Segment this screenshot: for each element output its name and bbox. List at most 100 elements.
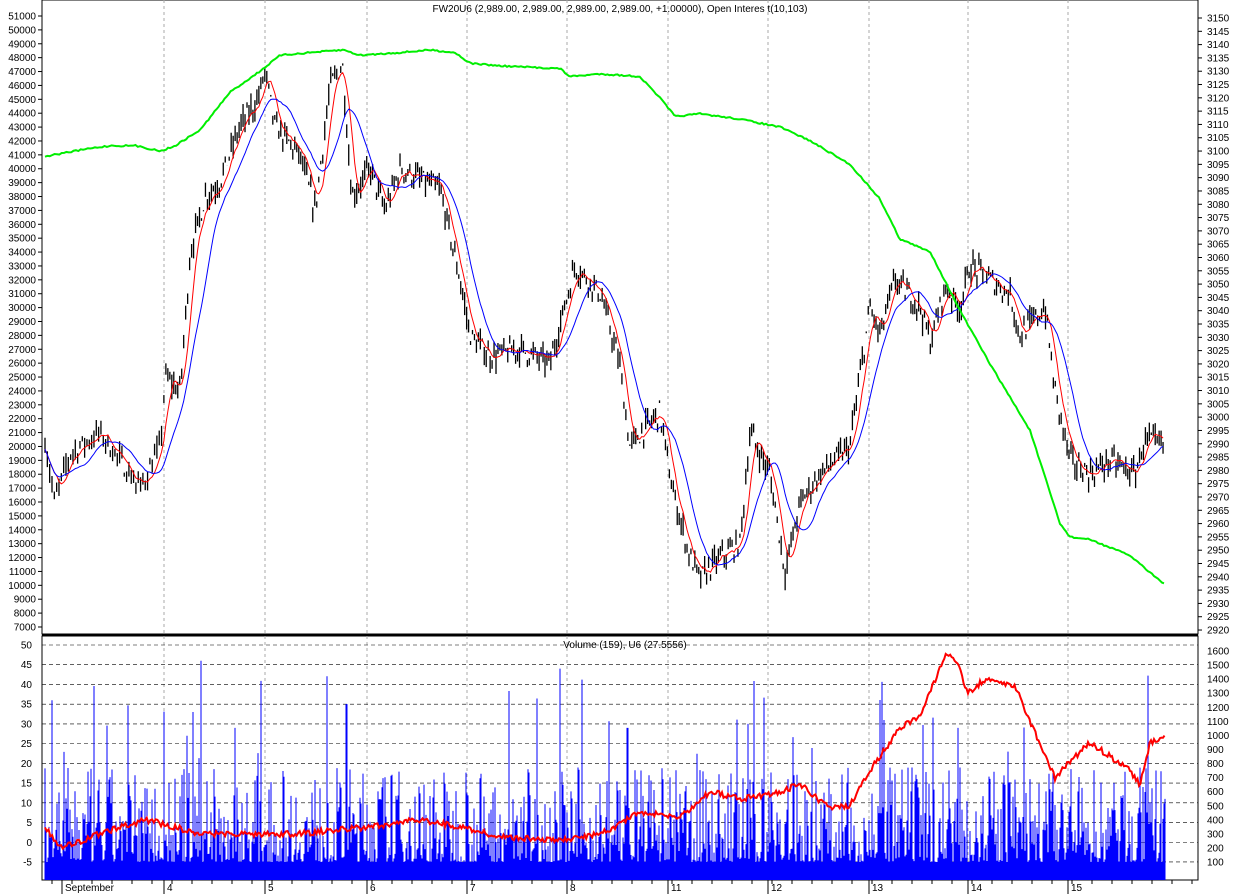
slow-moving-average-line — [44, 98, 1164, 566]
right-axis-tick-label: 3100 — [1207, 147, 1230, 158]
right-axis-tick-label: 2920 — [1207, 626, 1230, 637]
left-axis-tick-label: 42000 — [8, 136, 36, 147]
left-axis-tick-label: 13000 — [8, 539, 36, 550]
right-axis-tick-label: 2995 — [1207, 426, 1230, 437]
panel-divider — [42, 634, 1198, 636]
right-axis-tick-label: 3105 — [1207, 133, 1230, 144]
right-axis-tick-label: 3110 — [1207, 120, 1229, 131]
x-axis-label: 15 — [1071, 883, 1083, 894]
left-axis-tick-label: 48000 — [8, 53, 36, 64]
right-axis-tick-label: 3040 — [1207, 306, 1230, 317]
open-interest-line — [44, 48, 1165, 585]
right-axis-tick-label: 3020 — [1207, 359, 1230, 370]
left-axis-tick-label: 29000 — [8, 317, 36, 328]
right-axis-tick-label: 2985 — [1207, 453, 1230, 464]
volume-right-tick-label: 1400 — [1207, 675, 1230, 686]
left-axis-tick-label: 9000 — [14, 595, 37, 606]
right-axis-tick-label: 3140 — [1207, 40, 1230, 51]
right-axis-tick-label: 2955 — [1207, 532, 1230, 543]
left-axis-tick-label: 30000 — [8, 303, 36, 314]
right-axis-tick-label: 3060 — [1207, 253, 1230, 264]
left-axis-tick-label: 16000 — [8, 498, 36, 509]
left-axis-tick-label: 31000 — [8, 289, 36, 300]
volume-left-tick-label: 45 — [21, 660, 33, 671]
left-axis-tick-label: 24000 — [8, 386, 36, 397]
right-axis-tick-label: 3095 — [1207, 160, 1230, 171]
left-axis-tick-label: 7000 — [14, 622, 37, 633]
left-axis-tick-label: 41000 — [8, 150, 36, 161]
price-volume-chart: 7000800090001000011000120001300014000150… — [8, 0, 1230, 894]
volume-left-tick-label: 0 — [26, 838, 32, 849]
right-axis-tick-label: 2935 — [1207, 586, 1230, 597]
left-axis-tick-label: 25000 — [8, 373, 36, 384]
left-axis-tick-label: 47000 — [8, 67, 36, 78]
right-axis-tick-label: 3150 — [1207, 14, 1230, 25]
left-axis-tick-label: 15000 — [8, 511, 36, 522]
right-axis-tick-label: 2975 — [1207, 479, 1230, 490]
volume-right-tick-label: 1500 — [1207, 661, 1230, 672]
right-axis-tick-label: 2965 — [1207, 506, 1230, 517]
volume-chart-title: Volume (159), U6 (27.5556) — [563, 640, 686, 651]
left-axis-tick-label: 51000 — [8, 12, 36, 23]
left-axis-tick-label: 36000 — [8, 220, 36, 231]
volume-right-tick-label: 100 — [1207, 858, 1224, 869]
right-axis-tick-label: 2970 — [1207, 492, 1230, 503]
left-axis-tick-label: 17000 — [8, 484, 36, 495]
volume-right-tick-label: 1600 — [1207, 647, 1230, 658]
volume-right-tick-label: 1300 — [1207, 689, 1230, 700]
volume-left-tick-label: 25 — [21, 739, 33, 750]
right-axis-tick-label: 3005 — [1207, 399, 1230, 410]
right-axis-tick-label: 3085 — [1207, 186, 1230, 197]
volume-right-tick-label: 300 — [1207, 829, 1224, 840]
volume-left-tick-label: 35 — [21, 700, 33, 711]
right-axis-tick-label: 3135 — [1207, 53, 1230, 64]
left-axis-tick-label: 45000 — [8, 95, 36, 106]
right-axis-tick-label: 3115 — [1207, 107, 1229, 118]
volume-right-tick-label: 400 — [1207, 815, 1224, 826]
left-axis-tick-label: 23000 — [8, 400, 36, 411]
right-axis-tick-label: 2980 — [1207, 466, 1230, 477]
left-axis-tick-label: 19000 — [8, 456, 36, 467]
left-axis-tick-label: 46000 — [8, 81, 36, 92]
left-axis-tick-label: 18000 — [8, 470, 36, 481]
volume-left-tick-label: 40 — [21, 680, 33, 691]
volume-right-tick-label: 500 — [1207, 801, 1224, 812]
right-axis-tick-label: 3145 — [1207, 27, 1230, 38]
volume-left-tick-label: 15 — [21, 779, 33, 790]
left-axis-tick-label: 8000 — [14, 609, 37, 620]
right-axis-tick-label: 2950 — [1207, 546, 1230, 557]
price-chart-title: FW20U6 (2,989.00, 2,989.00, 2,989.00, 2,… — [433, 4, 808, 15]
left-axis-tick-label: 12000 — [8, 553, 36, 564]
volume-left-tick-label: 20 — [21, 759, 33, 770]
right-axis-tick-label: 2930 — [1207, 599, 1230, 610]
right-axis-tick-label: 3015 — [1207, 373, 1230, 384]
volume-right-tick-label: 1200 — [1207, 703, 1230, 714]
right-axis-tick-label: 3035 — [1207, 320, 1230, 331]
right-axis-tick-label: 3070 — [1207, 226, 1230, 237]
x-axis-label: 5 — [268, 883, 274, 894]
right-axis-tick-label: 3090 — [1207, 173, 1230, 184]
volume-right-tick-label: 700 — [1207, 773, 1224, 784]
right-axis-tick-label: 2945 — [1207, 559, 1230, 570]
left-axis-tick-label: 43000 — [8, 123, 36, 134]
left-axis-tick-label: 37000 — [8, 206, 36, 217]
right-axis-tick-label: 3075 — [1207, 213, 1230, 224]
right-axis-tick-label: 3080 — [1207, 200, 1230, 211]
volume-left-tick-label: -5 — [23, 857, 32, 868]
left-axis-tick-label: 21000 — [8, 428, 36, 439]
x-axis-label: 4 — [167, 883, 173, 894]
x-axis-label: 14 — [971, 883, 983, 894]
right-axis-tick-label: 3125 — [1207, 80, 1230, 91]
right-axis-tick-label: 3120 — [1207, 93, 1230, 104]
left-axis-tick-label: 40000 — [8, 164, 36, 175]
x-axis-label: 8 — [570, 883, 576, 894]
volume-left-tick-label: 10 — [21, 798, 33, 809]
right-axis-tick-label: 3010 — [1207, 386, 1230, 397]
left-axis-tick-label: 11000 — [9, 567, 37, 578]
volume-right-tick-label: 1100 — [1207, 717, 1229, 728]
volume-right-tick-label: 200 — [1207, 843, 1224, 854]
volume-right-tick-label: 1000 — [1207, 731, 1230, 742]
volume-indicator-line — [44, 652, 1166, 851]
right-axis-tick-label: 3050 — [1207, 280, 1230, 291]
left-axis-tick-label: 27000 — [8, 345, 36, 356]
